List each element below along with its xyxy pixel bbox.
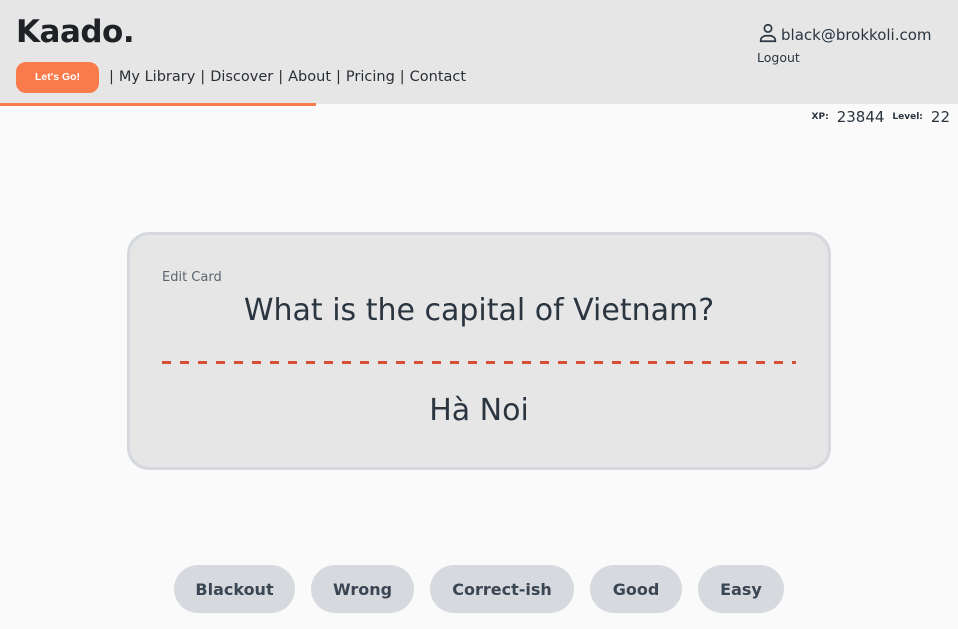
nav-separator: | — [399, 69, 405, 85]
card-question: What is the capital of Vietnam? — [243, 293, 715, 328]
user-menu: black@brokkoli.com Logout — [757, 22, 932, 65]
header: Kaado. Let's Go! | My Library | Discover… — [0, 0, 958, 104]
nav-separator: | — [200, 69, 206, 85]
rating-blackout-button[interactable]: Blackout — [174, 565, 295, 613]
nav-links: | My Library | Discover | About | Pricin… — [104, 69, 466, 85]
lets-go-button[interactable]: Let's Go! — [16, 61, 99, 93]
main-nav: Let's Go! | My Library | Discover | Abou… — [16, 61, 466, 93]
logout-link[interactable]: Logout — [757, 50, 932, 65]
user-icon — [759, 23, 777, 43]
nav-separator: | — [278, 69, 284, 85]
nav-pricing[interactable]: Pricing — [346, 69, 395, 85]
progress-fill — [0, 103, 317, 106]
user-account[interactable]: black@brokkoli.com — [757, 22, 932, 44]
rating-wrong-button[interactable]: Wrong — [311, 565, 414, 613]
xp-value: 23844 — [836, 108, 885, 126]
nav-about[interactable]: About — [288, 69, 331, 85]
rating-buttons: Blackout Wrong Correct-ish Good Easy — [174, 565, 784, 613]
xp-label: XP: — [811, 112, 829, 122]
nav-my-library[interactable]: My Library — [119, 69, 195, 85]
nav-contact[interactable]: Contact — [410, 69, 466, 85]
card-answer: Hà Noi — [429, 393, 529, 428]
user-email: black@brokkoli.com — [781, 26, 932, 44]
rating-good-button[interactable]: Good — [590, 565, 682, 613]
edit-card-link[interactable]: Edit Card — [162, 270, 222, 285]
level-label: Level: — [892, 112, 923, 122]
user-stats: XP: 23844 Level: 22 — [812, 108, 950, 126]
progress-bar — [0, 103, 958, 106]
flashcard: Edit Card What is the capital of Vietnam… — [127, 232, 831, 470]
rating-correct-ish-button[interactable]: Correct-ish — [430, 565, 574, 613]
nav-discover[interactable]: Discover — [210, 69, 273, 85]
nav-separator: | — [336, 69, 341, 85]
rating-easy-button[interactable]: Easy — [698, 565, 784, 613]
brand-logo[interactable]: Kaado. — [16, 14, 135, 50]
level-value: 22 — [930, 108, 950, 126]
card-divider — [162, 361, 796, 364]
nav-separator: | — [109, 69, 114, 85]
